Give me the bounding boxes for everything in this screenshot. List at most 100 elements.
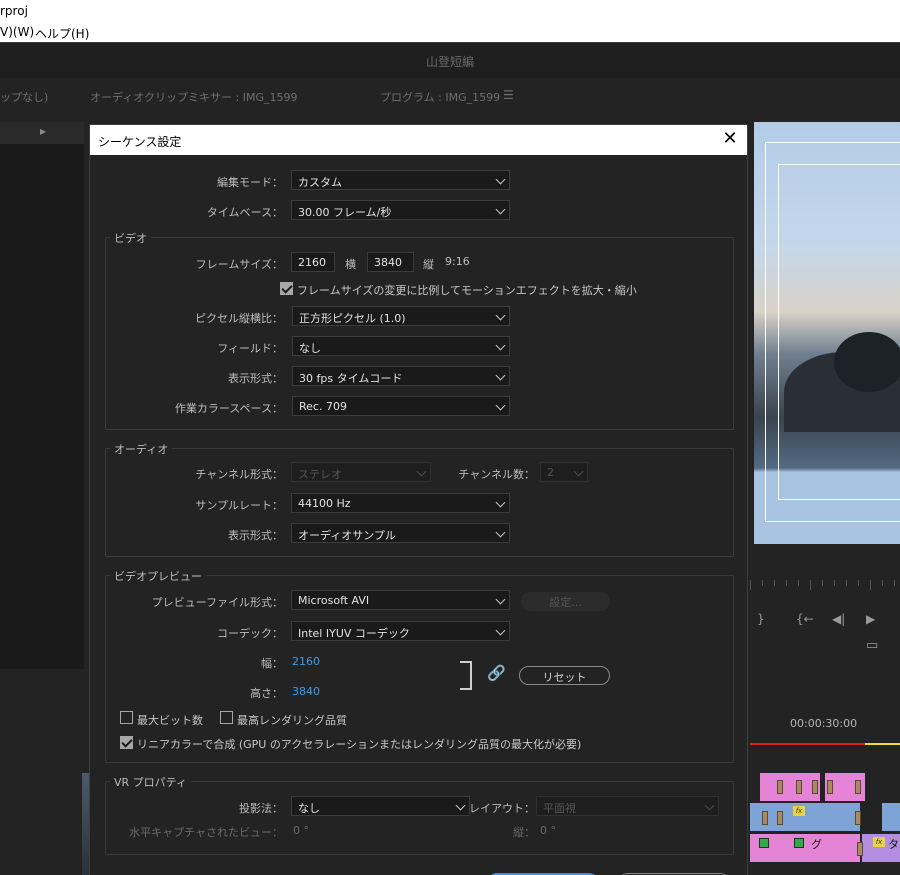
- chevron-down-icon: [495, 310, 506, 321]
- reset-button[interactable]: リセット: [519, 666, 610, 685]
- codec-value: Intel IYUV コーデック: [298, 627, 410, 640]
- vr-group-title: VR プロパティ: [110, 774, 192, 790]
- link-bracket: [460, 661, 472, 690]
- work-area-bar[interactable]: [750, 743, 865, 745]
- linear-color-label: リニアカラーで合成 (GPU のアクセラレーションまたはレンダリング品質の最大化…: [137, 738, 582, 751]
- link-chain-icon[interactable]: 🔗: [487, 664, 506, 682]
- audio-display-format-value: オーディオサンプル: [298, 529, 396, 542]
- linear-color-checkbox[interactable]: [120, 736, 133, 749]
- timeline-clip[interactable]: [760, 773, 820, 801]
- clip-color-badge: [794, 838, 804, 848]
- render-bar: [865, 743, 900, 745]
- h-view-value: 0 °: [293, 824, 309, 837]
- program-menu-icon[interactable]: ☰: [503, 88, 514, 102]
- dialog-title: シーケンス設定: [98, 135, 182, 149]
- timeline-clip[interactable]: [882, 803, 900, 831]
- fields-label: フィールド：: [217, 342, 283, 355]
- frame-height-label: 縦: [423, 258, 434, 271]
- video-preview-group-title: ビデオプレビュー: [110, 568, 206, 584]
- clip-marker[interactable]: [812, 780, 818, 794]
- mark-out-icon[interactable]: }: [757, 612, 765, 626]
- play-arrow-icon[interactable]: ▶: [40, 127, 46, 136]
- fields-value: なし: [299, 342, 321, 355]
- left-panel-toolbar: ▶: [0, 122, 84, 144]
- video-display-format-value: 30 fps タイムコード: [299, 372, 403, 385]
- chevron-down-icon: [495, 204, 506, 215]
- frame-size-label: フレームサイズ：: [195, 258, 283, 271]
- layout-label: レイアウト：: [469, 802, 535, 815]
- sample-rate-value: 44100 Hz: [298, 497, 351, 510]
- timebase-dropdown[interactable]: 30.00 フレーム/秒: [291, 200, 510, 220]
- max-bit-depth-checkbox[interactable]: [120, 711, 133, 724]
- mixer-panel-header[interactable]: オーディオクリップミキサー : IMG_1599: [90, 89, 297, 105]
- go-to-in-icon[interactable]: {←: [796, 612, 814, 626]
- clip-marker[interactable]: [777, 780, 783, 794]
- menu-window[interactable]: V)(W): [0, 25, 34, 39]
- play-icon[interactable]: ▶: [866, 612, 875, 626]
- preview-height-value[interactable]: 3840: [292, 685, 320, 698]
- audio-display-format-dropdown[interactable]: オーディオサンプル: [291, 523, 510, 543]
- chevron-down-icon: [416, 466, 427, 477]
- codec-label: コーデック：: [217, 627, 283, 640]
- projection-value: なし: [298, 802, 320, 815]
- channel-format-label: チャンネル形式：: [195, 468, 283, 481]
- preview-settings-button[interactable]: 設定...: [521, 592, 610, 611]
- safe-title-frame: [778, 164, 900, 500]
- export-frame-icon[interactable]: ▭: [866, 638, 878, 653]
- sample-rate-dropdown[interactable]: 44100 Hz: [291, 493, 510, 513]
- chevron-down-icon: [495, 625, 506, 636]
- channel-count-value: 2: [547, 466, 554, 479]
- chevron-down-icon: [495, 174, 506, 185]
- channel-count-label: チャンネル数：: [458, 468, 535, 481]
- edit-mode-dropdown[interactable]: カスタム: [291, 170, 510, 190]
- projection-dropdown[interactable]: なし: [291, 796, 470, 816]
- close-icon[interactable]: ✕: [719, 128, 741, 150]
- clip-marker[interactable]: [855, 811, 861, 825]
- layout-dropdown[interactable]: 平面視: [536, 796, 719, 816]
- preview-file-format-dropdown[interactable]: Microsoft AVI: [291, 590, 510, 610]
- pixel-aspect-label: ピクセル縦横比：: [195, 312, 283, 325]
- clip-marker[interactable]: [777, 811, 783, 825]
- frame-width-label: 横: [345, 258, 356, 271]
- color-space-label: 作業カラースペース：: [174, 402, 283, 415]
- clip-marker[interactable]: [855, 780, 861, 794]
- timebase-value: 30.00 フレーム/秒: [298, 206, 392, 219]
- clip-color-badge: [759, 838, 769, 848]
- pixel-aspect-dropdown[interactable]: 正方形ピクセル (1.0): [292, 306, 510, 326]
- left-panel-body: [0, 144, 84, 669]
- clip-marker[interactable]: [857, 842, 863, 856]
- video-group-title: ビデオ: [110, 230, 151, 246]
- step-back-icon[interactable]: ◀|: [832, 612, 845, 626]
- channel-count-dropdown[interactable]: 2: [540, 462, 588, 482]
- fx-badge-icon: fx: [793, 806, 805, 816]
- frame-width-input[interactable]: 2160: [291, 252, 335, 272]
- edit-mode-label: 編集モード：: [217, 176, 283, 189]
- preview-file-format-label: プレビューファイル形式：: [151, 596, 283, 609]
- chevron-down-icon: [455, 800, 466, 811]
- v-view-value: 0 °: [540, 824, 556, 837]
- program-preview-image: [754, 122, 900, 544]
- left-panel-header[interactable]: ップなし): [0, 89, 48, 105]
- scale-motion-checkbox[interactable]: [280, 282, 293, 295]
- max-render-quality-checkbox[interactable]: [220, 711, 233, 724]
- frame-height-input[interactable]: 3840: [367, 252, 414, 272]
- projection-label: 投影法：: [239, 802, 283, 815]
- timeline-timecode: 00:00:30:00: [790, 717, 858, 730]
- dialog-title-bar: シーケンス設定 ✕: [90, 125, 747, 155]
- chevron-down-icon: [495, 340, 506, 351]
- preview-file-format-value: Microsoft AVI: [298, 594, 370, 607]
- fields-dropdown[interactable]: なし: [292, 336, 510, 356]
- video-display-format-dropdown[interactable]: 30 fps タイムコード: [292, 366, 510, 386]
- clip-marker[interactable]: [796, 780, 802, 794]
- clip-marker[interactable]: [762, 811, 768, 825]
- program-ruler[interactable]: [750, 580, 900, 590]
- program-panel-header[interactable]: プログラム : IMG_1599: [380, 89, 500, 105]
- chevron-down-icon: [495, 527, 506, 538]
- channel-format-dropdown[interactable]: ステレオ: [291, 462, 431, 482]
- menu-help[interactable]: ヘルプ(H): [35, 25, 89, 42]
- codec-dropdown[interactable]: Intel IYUV コーデック: [291, 621, 510, 641]
- color-space-dropdown[interactable]: Rec. 709: [292, 396, 510, 416]
- preview-width-value[interactable]: 2160: [292, 655, 320, 668]
- chevron-down-icon: [573, 466, 584, 477]
- clip-marker[interactable]: [827, 780, 833, 794]
